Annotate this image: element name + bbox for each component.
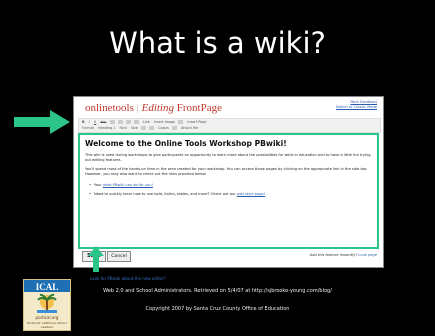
badge-site: portical.org	[35, 315, 59, 320]
arrow-right-icon	[14, 110, 70, 134]
help-icon[interactable]	[171, 126, 177, 130]
slide-title: What is a wiki?	[109, 26, 326, 60]
font-select[interactable]: Font	[119, 125, 126, 131]
portical-badge: ICAL portical.org Portal for California …	[23, 279, 71, 331]
format-select[interactable]: Format	[82, 125, 94, 131]
classic-mode-link[interactable]: Switch to Classic Mode	[336, 105, 377, 109]
footer-note-text: Add this feature instantly?	[309, 253, 358, 257]
wiki-header: onlinetools | Editing FrontPage Main San…	[74, 97, 383, 117]
sandbox-link[interactable]: Main Sandbox)	[350, 100, 377, 104]
footer-note: Add this feature instantly? Look page	[310, 253, 377, 257]
colors-select[interactable]: Colors	[158, 125, 169, 131]
toolbar-row-2: Format Heading 1 Font Size Colors Attach…	[79, 125, 380, 131]
list-icon[interactable]	[125, 120, 131, 124]
wiki-bullet-2: Need to quickly learn how to use bold, i…	[89, 192, 265, 196]
wiki-logo: onlinetools | Editing FrontPage	[85, 102, 222, 114]
editing-label: Editing	[141, 102, 174, 114]
undo-icon[interactable]	[140, 126, 146, 130]
wiki-heading: Welcome to the Online Tools Workshop PBw…	[85, 139, 287, 148]
redo-icon[interactable]	[149, 126, 155, 130]
attribution-text: Web 2.0 and School Administrators. Retri…	[103, 288, 332, 294]
page-name: FrontPage	[176, 102, 222, 114]
heading-select[interactable]: Heading 1	[98, 125, 115, 131]
bullet-1-text: Your	[94, 183, 103, 187]
wiki-edit-area[interactable]: Welcome to the Online Tools Workshop PBw…	[78, 133, 379, 249]
wiki-bullet-1: Your what PBwiki can do for you!	[89, 183, 153, 187]
bullet-2-link[interactable]: wiki style page!	[237, 192, 265, 196]
cancel-button[interactable]: Cancel	[107, 251, 131, 262]
align-left-icon[interactable]	[109, 120, 115, 124]
copyright-text: Copyright 2007 by Santa Cruz County Offi…	[145, 306, 290, 312]
align-center-icon[interactable]	[117, 120, 123, 124]
wiki-intro: This wiki is used during workshops to gi…	[85, 153, 371, 162]
wiki-editor-screenshot: onlinetools | Editing FrontPage Main San…	[73, 96, 384, 268]
brand-separator: |	[136, 102, 139, 114]
brand-name: onlinetools	[85, 102, 134, 114]
wiki-instructions: You'll spend most of the hands-on time i…	[85, 167, 368, 176]
size-select[interactable]: Size	[131, 125, 138, 131]
badge-tagline: Portal for California School Leaders	[27, 321, 67, 329]
indent-icon[interactable]	[133, 120, 139, 124]
editor-toolbar: B I U abc Link Insert Image Insert Page …	[78, 118, 381, 133]
footer-note-link[interactable]: Look page	[358, 253, 377, 257]
arrow-up-icon	[88, 246, 104, 272]
new-editor-link[interactable]: Look for PBwiki about the new editor?	[90, 276, 166, 281]
attach-file-button[interactable]: Attach file	[181, 125, 198, 131]
user-links: Main Sandbox) Switch to Classic Mode	[336, 100, 377, 109]
bullet-1-link[interactable]: what PBwiki can do for you!	[103, 183, 153, 187]
table-icon[interactable]	[178, 120, 184, 124]
bullet-2-text: Need to quickly learn how to use bold, i…	[94, 192, 237, 196]
